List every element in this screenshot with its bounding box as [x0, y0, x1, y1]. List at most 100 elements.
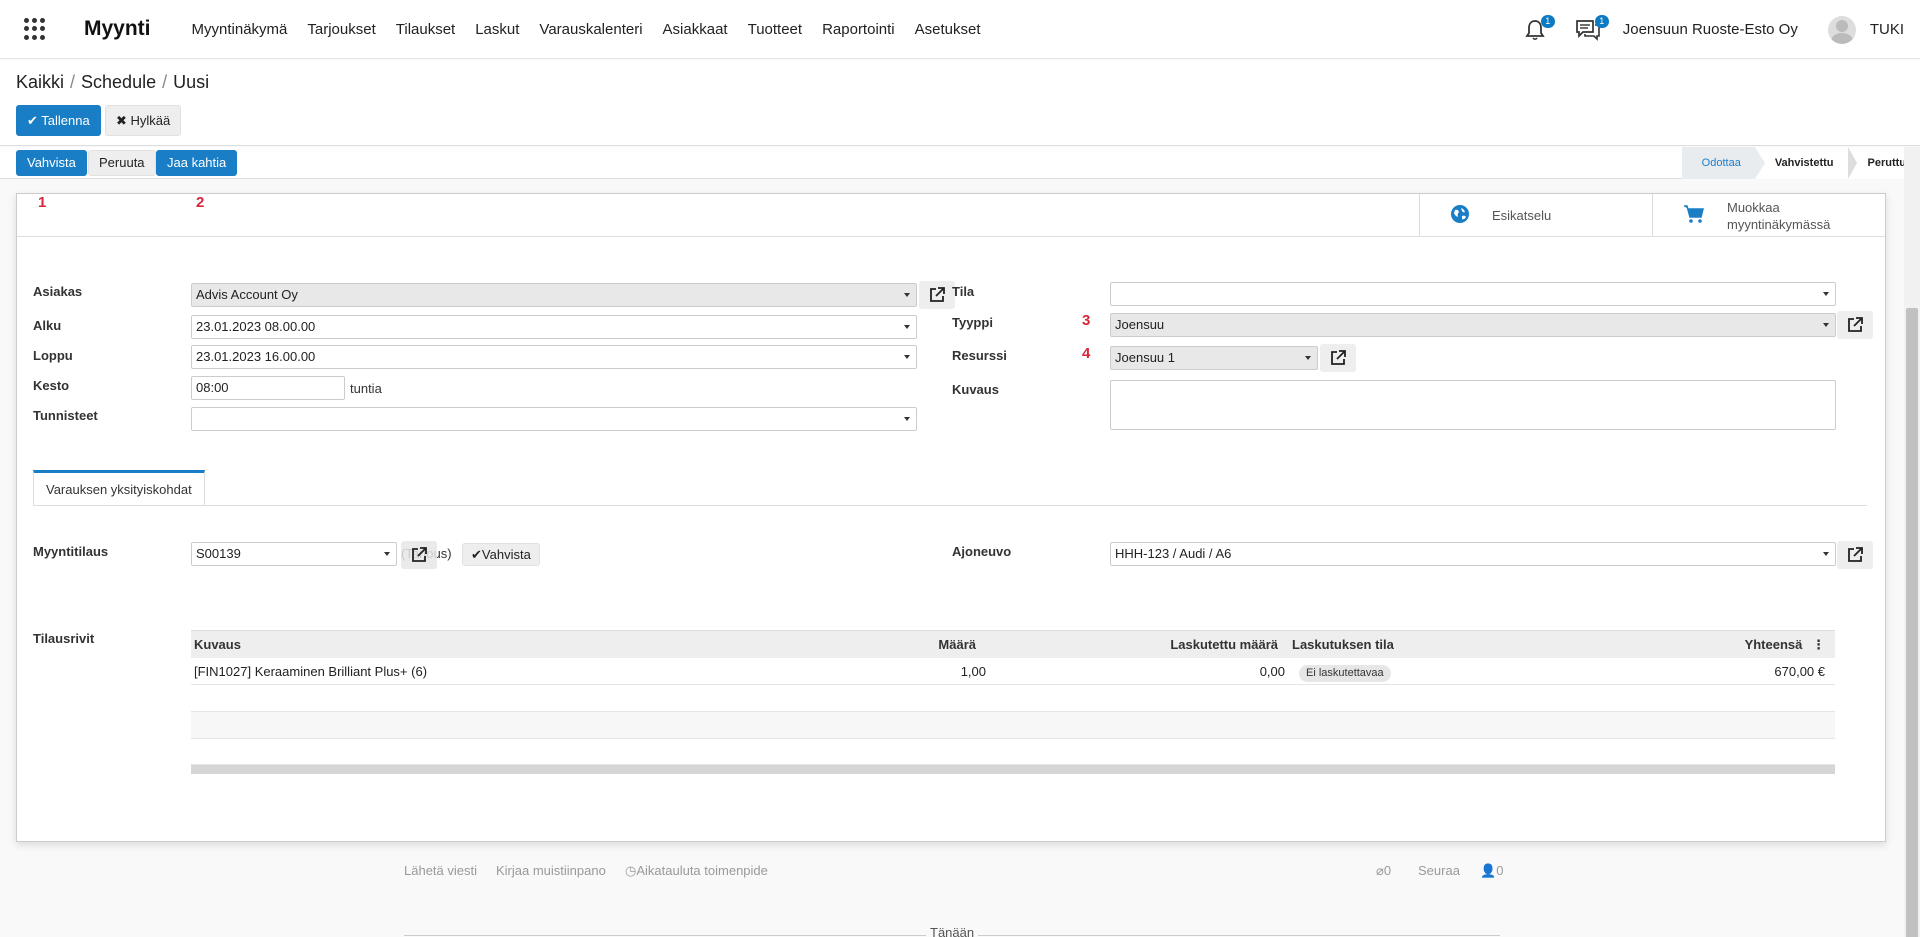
description-textarea[interactable] — [1110, 380, 1836, 430]
sales-order-external-link-icon[interactable] — [401, 541, 437, 569]
notification-count-badge: 1 — [1540, 14, 1555, 28]
type-field[interactable]: Joensuu — [1110, 313, 1836, 337]
description-label: Kuvaus — [952, 382, 999, 397]
split-button[interactable]: Jaa kahtia — [156, 150, 238, 176]
menu-item-laskut[interactable]: Laskut — [475, 21, 519, 38]
breadcrumb-item-kaikki[interactable]: Kaikki — [16, 72, 64, 92]
table-header: Kuvaus Määrä Laskutettu määrä Laskutukse… — [191, 630, 1835, 658]
table-row — [191, 739, 1835, 765]
column-header-total[interactable]: Yhteensä ⋮ — [1626, 631, 1835, 658]
chat-icon[interactable]: 1 — [1575, 14, 1609, 41]
duration-input[interactable]: 08:00 — [191, 376, 345, 400]
cancel-button[interactable]: Peruuta — [88, 150, 156, 176]
app-brand[interactable]: Myynti — [84, 17, 151, 41]
duration-unit: tuntia — [350, 381, 382, 396]
today-separator: Tänään — [926, 925, 979, 937]
invoice-status-badge: Ei laskutettavaa — [1299, 665, 1391, 682]
marker-3: 3 — [1082, 312, 1091, 329]
message-count-badge: 1 — [1594, 14, 1609, 28]
check-icon: ✔ — [471, 547, 482, 562]
state-label: Tila — [952, 284, 975, 299]
end-datetime-field[interactable]: 23.01.2023 16.00.00 — [191, 345, 917, 369]
tab-reservation-details[interactable]: Varauksen yksityiskohdat — [33, 470, 205, 506]
sales-order-label: Myyntitilaus — [33, 544, 109, 559]
marker-1: 1 — [38, 194, 47, 211]
end-label: Loppu — [33, 348, 73, 363]
log-note-button[interactable]: Kirjaa muistiinpano — [496, 863, 606, 878]
menu-item-myyntinakyma[interactable]: Myyntinäkymä — [192, 21, 288, 38]
button-box: 1 2 Esikatselu Muokkaa myyntinäkymässä — [17, 194, 1885, 237]
customer-external-link-icon[interactable] — [919, 281, 955, 309]
duration-label: Kesto — [33, 378, 70, 393]
send-message-button[interactable]: Lähetä viesti — [404, 863, 477, 878]
tags-field[interactable] — [191, 407, 917, 431]
customer-field[interactable]: Advis Account Oy — [191, 283, 917, 307]
user-menu[interactable]: TUKI — [1870, 21, 1904, 38]
stage-pipeline: Odottaa Vahvistettu Peruttu — [1681, 147, 1920, 179]
scrollbar-thumb[interactable] — [1906, 308, 1918, 937]
table-row — [191, 712, 1835, 739]
stage-odottaa[interactable]: Odottaa — [1681, 147, 1765, 179]
schedule-activity-button[interactable]: ◷Aikatauluta toimenpide — [625, 863, 768, 879]
menu-item-tilaukset[interactable]: Tilaukset — [396, 21, 455, 38]
start-label: Alku — [33, 318, 62, 333]
follow-button[interactable]: Seuraa — [1418, 863, 1460, 878]
order-lines-table: Kuvaus Määrä Laskutettu määrä Laskutukse… — [191, 630, 1835, 774]
column-header-quantity[interactable]: Määrä — [911, 631, 976, 658]
confirm-button[interactable]: Vahvista — [16, 150, 87, 176]
customer-label: Asiakas — [33, 284, 83, 299]
type-label: Tyyppi — [952, 315, 993, 330]
preview-button[interactable]: Esikatselu — [1419, 194, 1652, 237]
menu-item-varauskalenteri[interactable]: Varauskalenteri — [539, 21, 642, 38]
bell-icon[interactable]: 1 — [1525, 14, 1555, 41]
marker-2: 2 — [196, 194, 205, 211]
menu-item-asetukset[interactable]: Asetukset — [915, 21, 981, 38]
resource-external-link-icon[interactable] — [1320, 344, 1356, 372]
attachments-button[interactable]: ⌀0 — [1376, 863, 1391, 879]
form-sheet: 1 2 Esikatselu Muokkaa myyntinäkymässä As… — [16, 193, 1886, 842]
column-header-invoice-status[interactable]: Laskutuksen tila — [1286, 631, 1626, 658]
menu-item-tarjoukset[interactable]: Tarjoukset — [307, 21, 375, 38]
confirm-order-button[interactable]: ✔Vahvista — [462, 543, 540, 566]
apps-menu-icon[interactable] — [24, 18, 46, 40]
menu-item-tuotteet[interactable]: Tuotteet — [748, 21, 802, 38]
marker-4: 4 — [1082, 345, 1091, 362]
followers-button[interactable]: 👤0 — [1480, 863, 1503, 879]
column-options-icon[interactable]: ⋮ — [1812, 637, 1825, 652]
stage-vahvistettu[interactable]: Vahvistettu — [1754, 147, 1857, 179]
breadcrumb-item-schedule[interactable]: Schedule — [81, 72, 156, 92]
user-icon: 👤 — [1480, 863, 1497, 878]
menu-item-raportointi[interactable]: Raportointi — [822, 21, 895, 38]
discard-button[interactable]: ✖ Hylkää — [105, 105, 182, 136]
start-datetime-field[interactable]: 23.01.2023 08.00.00 — [191, 315, 917, 339]
state-field[interactable] — [1110, 282, 1836, 306]
tags-label: Tunnisteet — [33, 408, 98, 423]
user-avatar[interactable] — [1827, 15, 1856, 44]
resource-field[interactable]: Joensuu 1 — [1110, 346, 1318, 370]
close-icon: ✖ — [116, 113, 127, 128]
breadcrumb-item-current: Uusi — [173, 72, 210, 92]
top-navbar: Myynti Myyntinäkymä Tarjoukset Tilaukset… — [0, 0, 1920, 59]
control-panel: Kaikki / Schedule / Uusi ✔ Tallenna ✖ Hylkää — [0, 60, 1920, 146]
resource-label: Resurssi — [952, 348, 1007, 363]
type-external-link-icon[interactable] — [1837, 311, 1873, 339]
row-quantity: 1,00 — [960, 664, 986, 679]
navbar-right: 1 1 Joensuun Ruoste-Esto Oy TUKI — [1525, 0, 1920, 59]
table-row[interactable]: [FIN1027] Keraaminen Brilliant Plus+ (6)… — [191, 658, 1835, 685]
row-invoiced-quantity: 0,00 — [1259, 664, 1285, 679]
page-scrollbar[interactable] — [1904, 147, 1920, 937]
company-switcher[interactable]: Joensuun Ruoste-Esto Oy — [1623, 21, 1798, 38]
sales-order-field[interactable]: S00139 — [191, 542, 397, 566]
vehicle-external-link-icon[interactable] — [1837, 541, 1873, 569]
row-description: [FIN1027] Keraaminen Brilliant Plus+ (6) — [194, 664, 428, 679]
save-button[interactable]: ✔ Tallenna — [16, 105, 101, 136]
main-menu: Myyntinäkymä Tarjoukset Tilaukset Laskut… — [192, 21, 1001, 38]
order-lines-label: Tilausrivit — [33, 631, 95, 646]
edit-in-sales-button[interactable]: Muokkaa myyntinäkymässä — [1652, 194, 1885, 237]
vehicle-field[interactable]: HHH-123 / Audi / A6 — [1110, 542, 1836, 566]
menu-item-asiakkaat[interactable]: Asiakkaat — [663, 21, 728, 38]
check-icon: ✔ — [27, 113, 38, 128]
column-header-invoiced-quantity[interactable]: Laskutettu määrä — [976, 631, 1286, 658]
globe-icon — [1450, 204, 1470, 227]
column-header-description[interactable]: Kuvaus — [191, 631, 911, 658]
